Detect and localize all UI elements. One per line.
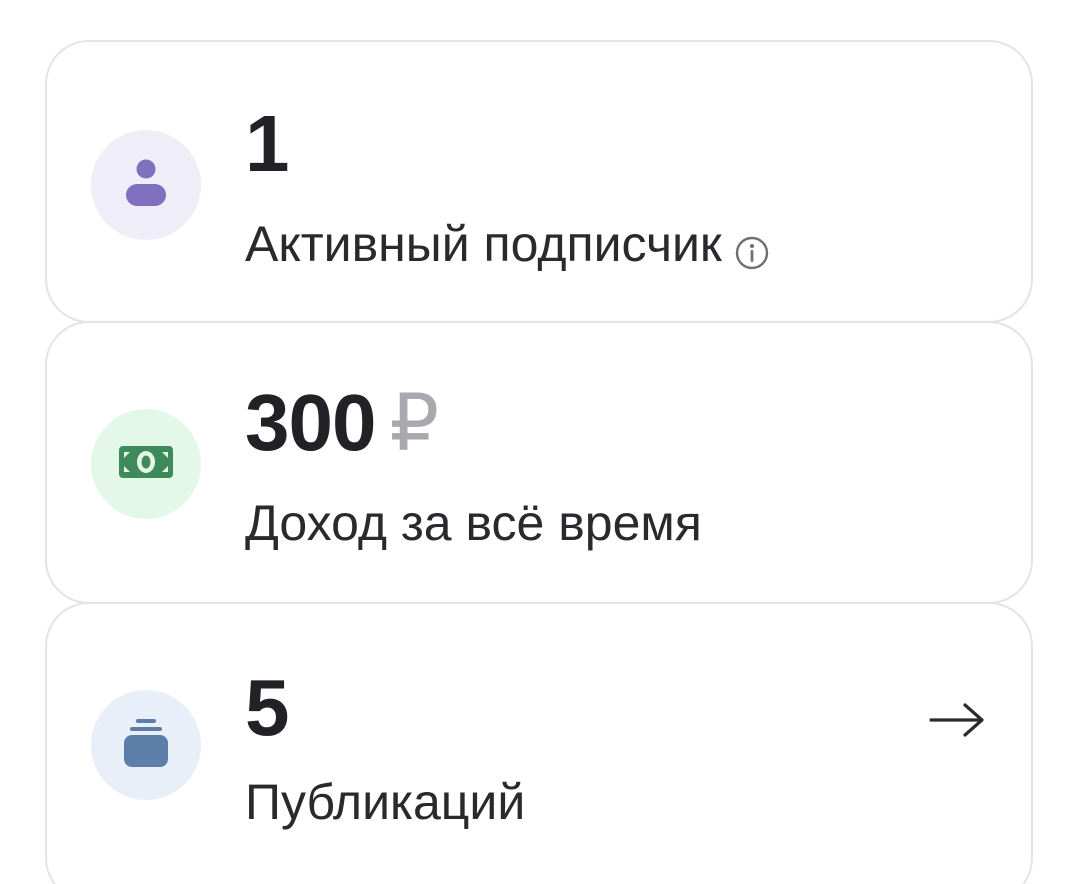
person-icon <box>124 158 168 213</box>
stat-card-publications[interactable]: 5 Публикаций <box>45 602 1033 884</box>
stats-list: 1 Активный подписчик 300 ₽ Доход за всё … <box>0 0 1080 884</box>
info-icon[interactable] <box>734 235 770 271</box>
publications-count: 5 <box>245 663 289 752</box>
income-label: Доход за всё время <box>245 495 702 551</box>
publications-icon-circle <box>91 690 201 800</box>
subscriber-icon-circle <box>91 130 201 240</box>
subscribers-count: 1 <box>245 99 289 188</box>
income-icon-circle <box>91 409 201 519</box>
income-amount-row: 300 ₽ <box>245 383 439 464</box>
stat-card-income[interactable]: 300 ₽ Доход за всё время <box>45 321 1033 604</box>
arrow-right-icon[interactable] <box>927 700 987 740</box>
stat-card-subscribers[interactable]: 1 Активный подписчик <box>45 40 1033 323</box>
currency-sign: ₽ <box>389 379 439 467</box>
stack-icon <box>122 718 170 773</box>
subscribers-label: Активный подписчик <box>245 216 722 272</box>
money-icon <box>118 444 174 485</box>
subscribers-label-row: Активный подписчик <box>245 216 770 272</box>
publications-label: Публикаций <box>245 774 526 830</box>
income-amount: 300 <box>245 378 376 467</box>
